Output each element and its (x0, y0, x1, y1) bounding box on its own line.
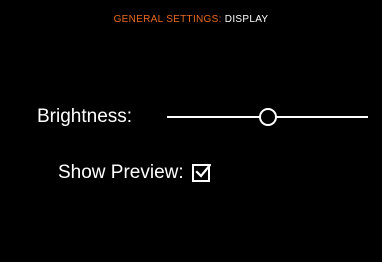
show-preview-label: Show Preview: (58, 162, 184, 183)
breadcrumb-page: DISPLAY (224, 14, 269, 25)
brightness-slider[interactable] (167, 108, 368, 126)
checkmark-icon (195, 164, 211, 178)
breadcrumb-separator: : (218, 14, 222, 25)
show-preview-checkbox[interactable] (191, 164, 211, 182)
display-settings-screen: GENERAL SETTINGS: DISPLAY Brightness: Sh… (0, 0, 382, 262)
brightness-row: Brightness: (37, 104, 132, 130)
brightness-label: Brightness: (37, 106, 133, 127)
breadcrumb: GENERAL SETTINGS: DISPLAY (0, 14, 382, 25)
show-preview-row: Show Preview: (58, 160, 211, 186)
slider-thumb[interactable] (259, 108, 277, 126)
breadcrumb-section: GENERAL SETTINGS (113, 14, 219, 25)
